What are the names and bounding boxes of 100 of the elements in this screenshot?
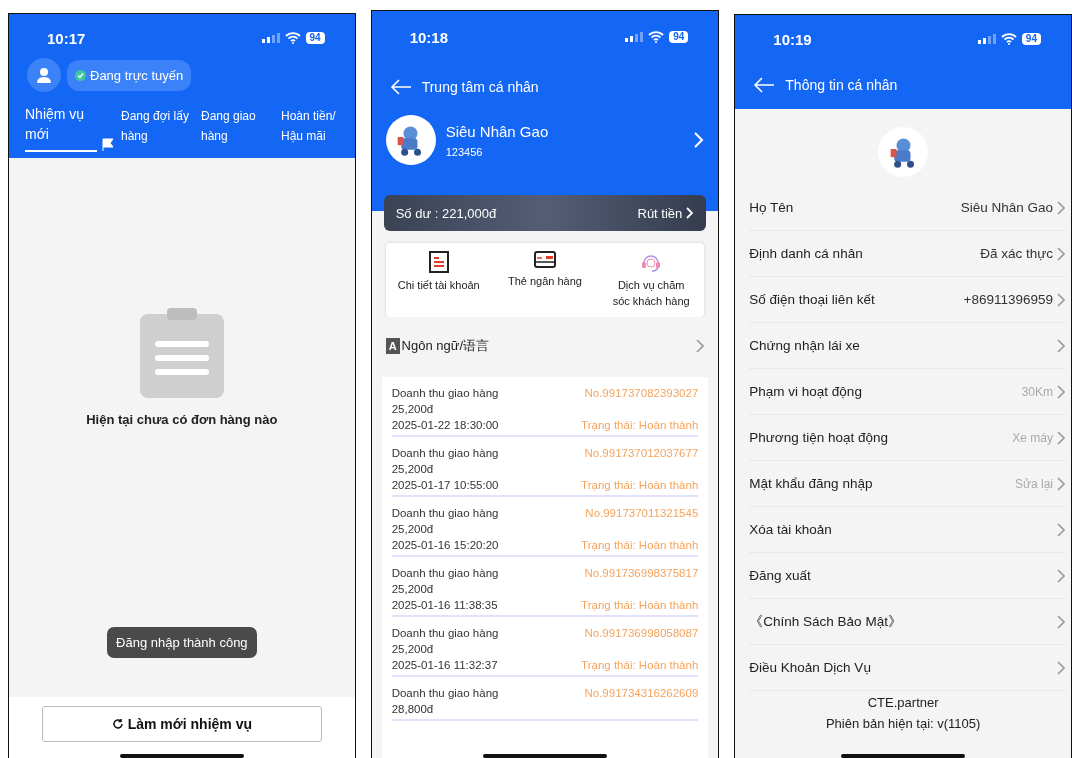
refresh-icon [111,718,124,730]
chevron-icon [686,207,695,219]
user-avatar-button[interactable] [27,58,61,92]
setting-label[interactable]: Điều Khoản Dịch Vụ [749,660,871,675]
battery-level: 94 [669,31,689,43]
setting-value: Xe máy [1012,430,1053,445]
status-time: 10:18 [409,28,449,46]
chevron-icon [696,339,705,353]
chevron-icon [1057,476,1065,491]
back-arrow-icon[interactable] [389,79,412,95]
order-number: No.991736998375817 [584,566,699,581]
tab[interactable]: Đang giao hàng [201,106,275,152]
mascot-avatar [385,115,436,165]
order-status: Trạng thái: Hoàn thành [581,478,699,493]
order-status: Trạng thái: Hoàn thành [581,538,699,553]
order-status: Trạng thái: Hoàn thành [581,598,699,613]
chevron-icon [1057,614,1065,629]
chevron-icon [1057,246,1065,261]
wifi-icon [648,31,665,43]
chevron-icon [1057,384,1065,399]
chevron-icon [1057,522,1065,537]
transaction-amount: 25,200đ [391,522,435,537]
transaction-time: 2025-01-16 11:38:35 [391,598,499,613]
setting-value: Siêu Nhân Gao [960,200,1053,215]
chevron-icon [1057,660,1065,675]
language-setting[interactable]: Ngôn ngữ/语言 [401,337,695,355]
status-time: 10:19 [773,30,812,48]
order-number: No.991734316262609 [584,686,699,701]
transaction-amount: 25,200đ [391,462,435,477]
version-text: Phiên bản hiện tại: v(1105) [825,716,981,731]
back-arrow-icon[interactable] [753,77,776,93]
transaction-amount: 25,200đ [391,642,435,657]
page-title: Thông tin cá nhân [785,77,898,93]
setting-value: Đã xác thực [980,246,1053,261]
setting-value: 30Km [1021,384,1053,399]
refresh-button[interactable]: Làm mới nhiệm vụ [41,706,322,742]
app-name: CTE.partner [867,695,939,710]
transaction-amount: 25,200đ [391,582,435,597]
setting-value: +86911396959 [963,292,1053,307]
setting-label[interactable]: Xóa tài khoản [749,522,832,537]
order-status: Trạng thái: Hoàn thành [581,658,699,673]
setting-label[interactable]: Định danh cá nhân [749,246,863,261]
setting-label[interactable]: Phạm vi hoạt động [749,384,862,399]
flag-icon [101,138,115,152]
toast-message: Đăng nhập thành công [107,627,257,658]
withdraw-link[interactable]: Rút tiền [637,205,695,221]
transaction-time: 2025-01-16 15:20:20 [391,538,499,553]
battery-level: 94 [305,32,325,44]
transaction-amount: 28,800đ [391,702,435,717]
signal-icon [261,32,280,44]
setting-value: Sửa lại [1014,476,1053,491]
setting-label[interactable]: Số điện thoại liên kết [749,292,875,307]
chevron-icon [1057,338,1065,353]
order-number: No.991737012037677 [584,446,699,461]
chevron-icon [1057,292,1065,307]
setting-label[interactable]: Chứng nhận lái xe [749,338,860,353]
signal-icon [977,33,996,45]
check-circle-icon [75,69,86,81]
document-icon [428,251,449,273]
chevron-icon [1057,200,1065,215]
tab[interactable]: Nhiệm vụ mới [25,104,97,152]
transaction-time: 2025-01-22 18:30:00 [391,418,499,433]
language-icon: A [385,338,400,354]
shortcut-link[interactable]: Chi tiết tài khoản [397,277,480,293]
page-title: Trung tâm cá nhân [421,79,539,95]
online-status-chip[interactable]: Đang trực tuyến [67,59,192,91]
clipboard-icon [139,308,224,398]
transaction-title: Doanh thu giao hàng [391,566,499,581]
battery-level: 94 [1021,33,1041,45]
chevron-icon [1057,568,1065,583]
user-name: Siêu Nhân Gao [445,122,550,140]
shortcut-link[interactable]: Thẻ ngân hàng [507,273,582,289]
order-status: Trạng thái: Hoàn thành [581,418,699,433]
signal-icon [625,31,644,43]
balance-amount: Số dư : 221,000đ [395,205,497,221]
setting-label[interactable]: Họ Tên [749,200,794,215]
order-number: No.991737011321545 [585,506,699,521]
transaction-amount: 25,200đ [391,402,435,417]
setting-label[interactable]: 《Chính Sách Bảo Mật》 [749,612,902,631]
transaction-title: Doanh thu giao hàng [391,686,499,701]
chevron-icon[interactable] [694,132,705,148]
tab[interactable]: Đang đợi lấy hàng [121,106,195,152]
shortcut-link[interactable]: Dịch vụ chăm sóc khách hàng [608,277,695,309]
status-time: 10:17 [47,29,86,47]
transaction-time: 2025-01-16 11:32:37 [391,658,499,673]
wifi-icon [284,32,301,44]
chevron-icon [1057,430,1065,445]
user-id: 123456 [445,145,484,158]
tab[interactable]: Hoàn tiền/ Hậu mãi [281,106,355,152]
bank-card-icon [534,251,556,269]
transaction-title: Doanh thu giao hàng [391,386,499,401]
setting-label[interactable]: Đăng xuất [749,568,811,583]
transaction-title: Doanh thu giao hàng [391,446,499,461]
order-number: No.991737082393027 [584,386,699,401]
order-number: No.991736998058087 [584,626,699,641]
person-icon [36,67,52,83]
empty-message: Hiện tại chưa có đơn hàng nào [86,412,278,427]
setting-label[interactable]: Mật khẩu đăng nhập [749,476,873,491]
transaction-title: Doanh thu giao hàng [391,626,499,641]
setting-label[interactable]: Phương tiện hoạt động [749,430,889,445]
